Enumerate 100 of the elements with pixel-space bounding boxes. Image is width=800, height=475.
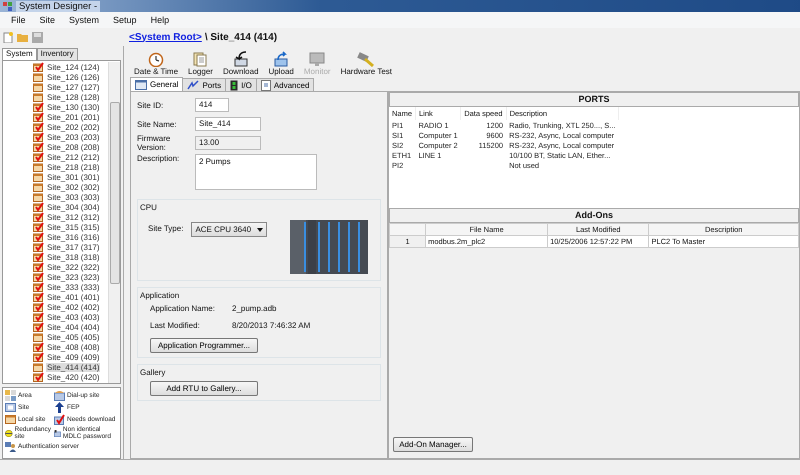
- toolbar-button[interactable]: Date & Time: [130, 51, 182, 76]
- site-id-field[interactable]: 414: [195, 98, 229, 112]
- tree-item[interactable]: Site_333 (333): [46, 282, 100, 292]
- group-title: CPU: [140, 203, 158, 212]
- tree-item[interactable]: Site_130 (130): [46, 102, 100, 112]
- tree-item[interactable]: Site_124 (124): [46, 62, 100, 72]
- tree-item[interactable]: Site_302 (302): [46, 182, 100, 192]
- scrollbar[interactable]: [108, 62, 120, 383]
- sidebar-tab[interactable]: Inventory: [36, 48, 78, 60]
- application-programmer-button[interactable]: Application Programmer...: [150, 338, 258, 353]
- field-label: Site ID:: [137, 100, 164, 110]
- field-label: Site Name:: [137, 120, 178, 128]
- document-icon: [192, 51, 208, 67]
- needs-download-site-icon: [33, 372, 44, 382]
- tab[interactable]: Ports: [182, 78, 226, 91]
- local-site-icon: [33, 162, 44, 172]
- needs-download-site-icon: [33, 152, 44, 162]
- tree-item[interactable]: Site_409 (409): [46, 352, 100, 362]
- tree-item[interactable]: Site_126 (126): [46, 72, 100, 82]
- tree-item[interactable]: Site_408 (408): [46, 342, 100, 352]
- tab[interactable]: Advanced: [256, 78, 314, 91]
- tree-item[interactable]: Site_315 (315): [46, 222, 100, 232]
- local-site-icon: [33, 182, 44, 192]
- tree-item[interactable]: Site_301 (301): [46, 172, 100, 182]
- site-name-field[interactable]: Site_414: [195, 117, 261, 131]
- needs-download-site-icon: [33, 262, 44, 272]
- toolbar-button[interactable]: Hardware Test: [336, 51, 396, 76]
- needs-download-site-icon: [33, 242, 44, 252]
- needs-download-site-icon: [33, 342, 44, 352]
- field-label: Application Name:: [150, 304, 216, 313]
- needs-download-site-icon: [33, 102, 44, 112]
- tree-item[interactable]: Site_420 (420): [46, 372, 100, 382]
- window-title: System Designer -: [16, 0, 100, 12]
- local-site-icon: [33, 92, 44, 102]
- menu-item[interactable]: Help: [144, 15, 176, 25]
- tree-item[interactable]: Site_203 (203): [46, 132, 100, 142]
- tab[interactable]: General: [130, 77, 184, 91]
- lightning-icon: [187, 80, 200, 90]
- tree-item[interactable]: Site_202 (202): [46, 122, 100, 132]
- tree-item[interactable]: Site_304 (304): [46, 202, 100, 212]
- tree-item[interactable]: Site_312 (312): [46, 212, 100, 222]
- tree-item[interactable]: Site_318 (318): [46, 252, 100, 262]
- tree-item[interactable]: Site_317 (317): [46, 242, 100, 252]
- needs-download-site-icon: [33, 252, 44, 262]
- tree-item[interactable]: Site_316 (316): [46, 232, 100, 242]
- upload-icon: [273, 51, 290, 67]
- toolbar-button[interactable]: Logger: [184, 51, 217, 76]
- system-root-link[interactable]: <System Root>: [129, 32, 202, 42]
- tree-item[interactable]: Site_212 (212): [46, 152, 100, 162]
- tree-item[interactable]: Site_127 (127): [46, 82, 100, 92]
- tree-item[interactable]: Site_322 (322): [46, 262, 100, 272]
- tree-item[interactable]: Site_402 (402): [46, 302, 100, 312]
- tree-item[interactable]: Site_401 (401): [46, 292, 100, 302]
- menu-item[interactable]: File: [4, 15, 33, 25]
- folder-icon[interactable]: [17, 32, 29, 42]
- field-value: 8/20/2013 7:46:32 AM: [232, 321, 310, 330]
- section-header: PORTS: [389, 92, 799, 107]
- needs-download-site-icon: [33, 272, 44, 282]
- tab[interactable]: I/O: [225, 78, 257, 91]
- user-computer-icon: [5, 441, 16, 452]
- needs-download-site-icon: [33, 322, 44, 332]
- tree-item[interactable]: Site_405 (405): [46, 332, 100, 342]
- field-label: Last Modified:: [150, 321, 201, 330]
- area-icon: [5, 390, 16, 401]
- needs-download-site-icon: [33, 232, 44, 242]
- tree-item[interactable]: Site_303 (303): [46, 192, 100, 202]
- needs-download-site-icon: [33, 202, 44, 212]
- group-title: Gallery: [140, 368, 166, 377]
- add-to-gallery-button[interactable]: Add RTU to Gallery...: [150, 381, 258, 396]
- needs-download-site-icon: [33, 352, 44, 362]
- tree-item[interactable]: Site_208 (208): [46, 142, 100, 152]
- needs-download-site-icon: [33, 312, 44, 322]
- needs-download-site-icon: [33, 292, 44, 302]
- tree-item[interactable]: Site_414 (414): [46, 362, 100, 372]
- add-on-manager-button[interactable]: Add-On Manager...: [393, 437, 473, 452]
- toolbar-button[interactable]: Download: [218, 51, 263, 76]
- tree-item[interactable]: Site_323 (323): [46, 272, 100, 282]
- menu-item[interactable]: System: [62, 15, 106, 25]
- save-icon[interactable]: [32, 32, 43, 42]
- tree-item[interactable]: Site_218 (218): [46, 162, 100, 172]
- tree-item[interactable]: Site_404 (404): [46, 322, 100, 332]
- new-file-icon[interactable]: [3, 32, 14, 42]
- needs-download-icon: [54, 414, 65, 425]
- group-title: Application: [140, 291, 180, 300]
- site-type-dropdown[interactable]: ACE CPU 3640: [191, 222, 268, 237]
- description-field[interactable]: 2 Pumps: [195, 154, 317, 190]
- dial-up-site-icon: [54, 390, 65, 401]
- toolbar-button[interactable]: Upload: [264, 51, 298, 76]
- menu-item[interactable]: Setup: [106, 15, 144, 25]
- menu-item[interactable]: Site: [32, 15, 62, 25]
- tree-item[interactable]: Site_403 (403): [46, 312, 100, 322]
- firmware-field: 13.00: [195, 136, 261, 150]
- sidebar-tab[interactable]: System: [2, 48, 37, 60]
- needs-download-site-icon: [33, 122, 44, 132]
- tree-item[interactable]: Site_201 (201): [46, 112, 100, 122]
- local-site-icon: [33, 332, 44, 342]
- needs-download-site-icon: [33, 222, 44, 232]
- tree-item[interactable]: Site_128 (128): [46, 92, 100, 102]
- page-icon: [260, 80, 271, 90]
- site-icon: [5, 402, 16, 413]
